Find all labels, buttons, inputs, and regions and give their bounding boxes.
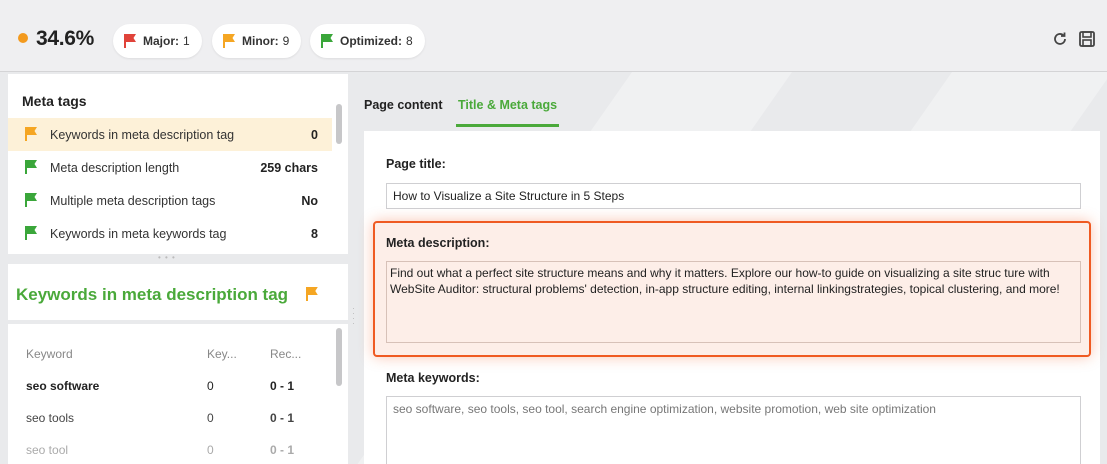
detail-title-text: Keywords in meta description tag xyxy=(16,285,289,304)
green-flag-icon xyxy=(24,226,38,240)
table-cell: seo tool xyxy=(26,443,69,457)
meta-description-label: Meta description: xyxy=(386,236,490,250)
list-item-label: Multiple meta description tags xyxy=(50,193,216,208)
toolbar: 34.6% Major: 1 Minor: 9 Optimized: 8 xyxy=(0,0,1107,72)
detail-header: Keywords in meta description tag xyxy=(8,264,348,320)
table-row[interactable]: seo tools 0 0 - 1 xyxy=(8,402,328,434)
meta-keywords-label: Meta keywords: xyxy=(386,371,480,385)
score-indicator-dot xyxy=(18,33,28,43)
table-row[interactable]: seo software 0 0 - 1 xyxy=(8,370,328,402)
optimization-score: 34.6% xyxy=(36,27,95,50)
table-cell: seo software xyxy=(26,379,100,393)
save-icon[interactable] xyxy=(1078,30,1096,48)
keywords-table: Keyword Key... Rec... seo software 0 0 -… xyxy=(8,324,348,464)
detail-title: Keywords in meta description tag xyxy=(16,285,319,305)
minor-issues-pill[interactable]: Minor: 9 xyxy=(212,24,302,58)
green-flag-icon xyxy=(320,34,334,48)
meta-tags-list: Keywords in meta description tag 0 Meta … xyxy=(8,118,332,250)
orange-flag-icon xyxy=(305,287,319,301)
page-title-field[interactable]: How to Visualize a Site Structure in 5 S… xyxy=(386,183,1081,209)
tab-title-meta-tags[interactable]: Title & Meta tags xyxy=(455,98,560,127)
section-title: Meta tags xyxy=(22,93,87,109)
green-flag-icon xyxy=(24,160,38,174)
horizontal-splitter[interactable]: • • • xyxy=(158,253,176,262)
column-header-key[interactable]: Key... xyxy=(207,347,237,361)
pill-label: Optimized: xyxy=(340,34,402,48)
major-issues-pill[interactable]: Major: 1 xyxy=(113,24,202,58)
table-cell: 0 xyxy=(207,443,214,457)
pill-label: Minor: xyxy=(242,34,279,48)
table-row[interactable]: seo tool 0 0 - 1 xyxy=(8,434,328,464)
scrollbar[interactable] xyxy=(336,104,342,144)
column-header-keyword[interactable]: Keyword xyxy=(26,347,73,361)
refresh-icon[interactable] xyxy=(1051,30,1069,48)
meta-description-highlight: Meta description: Find out what a perfec… xyxy=(373,221,1091,357)
tab-page-content[interactable]: Page content xyxy=(364,98,443,112)
list-item[interactable]: Multiple meta description tags No xyxy=(8,184,332,217)
green-flag-icon xyxy=(24,193,38,207)
table-cell: 0 xyxy=(207,411,214,425)
list-item-value: 8 xyxy=(311,226,318,241)
scrollbar[interactable] xyxy=(336,328,342,386)
meta-description-field[interactable]: Find out what a perfect site structure m… xyxy=(386,261,1081,343)
meta-tags-panel: Meta tags Keywords in meta description t… xyxy=(8,74,348,254)
orange-flag-icon xyxy=(222,34,236,48)
list-item[interactable]: Meta description length 259 chars xyxy=(8,151,332,184)
list-item-label: Keywords in meta description tag xyxy=(50,127,235,142)
list-item-value: 259 chars xyxy=(260,160,318,175)
list-item-label: Meta description length xyxy=(50,160,180,175)
list-item-label: Keywords in meta keywords tag xyxy=(50,226,227,241)
red-flag-icon xyxy=(123,34,137,48)
column-header-rec[interactable]: Rec... xyxy=(270,347,301,361)
orange-flag-icon xyxy=(24,127,38,141)
table-header: Keyword Key... Rec... xyxy=(8,338,328,370)
page-title-label: Page title: xyxy=(386,157,446,171)
meta-keywords-field[interactable]: seo software, seo tools, seo tool, searc… xyxy=(386,396,1081,464)
list-item-value: 0 xyxy=(311,127,318,142)
list-item-value: No xyxy=(301,193,318,208)
table-cell: 0 - 1 xyxy=(270,443,295,457)
table-cell: seo tools xyxy=(26,411,75,425)
pill-label: Major: xyxy=(143,34,179,48)
table-cell: 0 - 1 xyxy=(270,411,295,425)
pill-count: 8 xyxy=(406,34,413,48)
pill-count: 1 xyxy=(183,34,190,48)
list-item[interactable]: Keywords in meta keywords tag 8 xyxy=(8,217,332,250)
table-cell: 0 - 1 xyxy=(270,379,295,393)
vertical-splitter[interactable]: · · · · xyxy=(352,304,358,328)
pill-count: 9 xyxy=(282,34,290,48)
list-item[interactable]: Keywords in meta description tag 0 xyxy=(8,118,332,151)
table-cell: 0 xyxy=(207,379,214,393)
optimized-pill[interactable]: Optimized: 8 xyxy=(310,24,425,58)
